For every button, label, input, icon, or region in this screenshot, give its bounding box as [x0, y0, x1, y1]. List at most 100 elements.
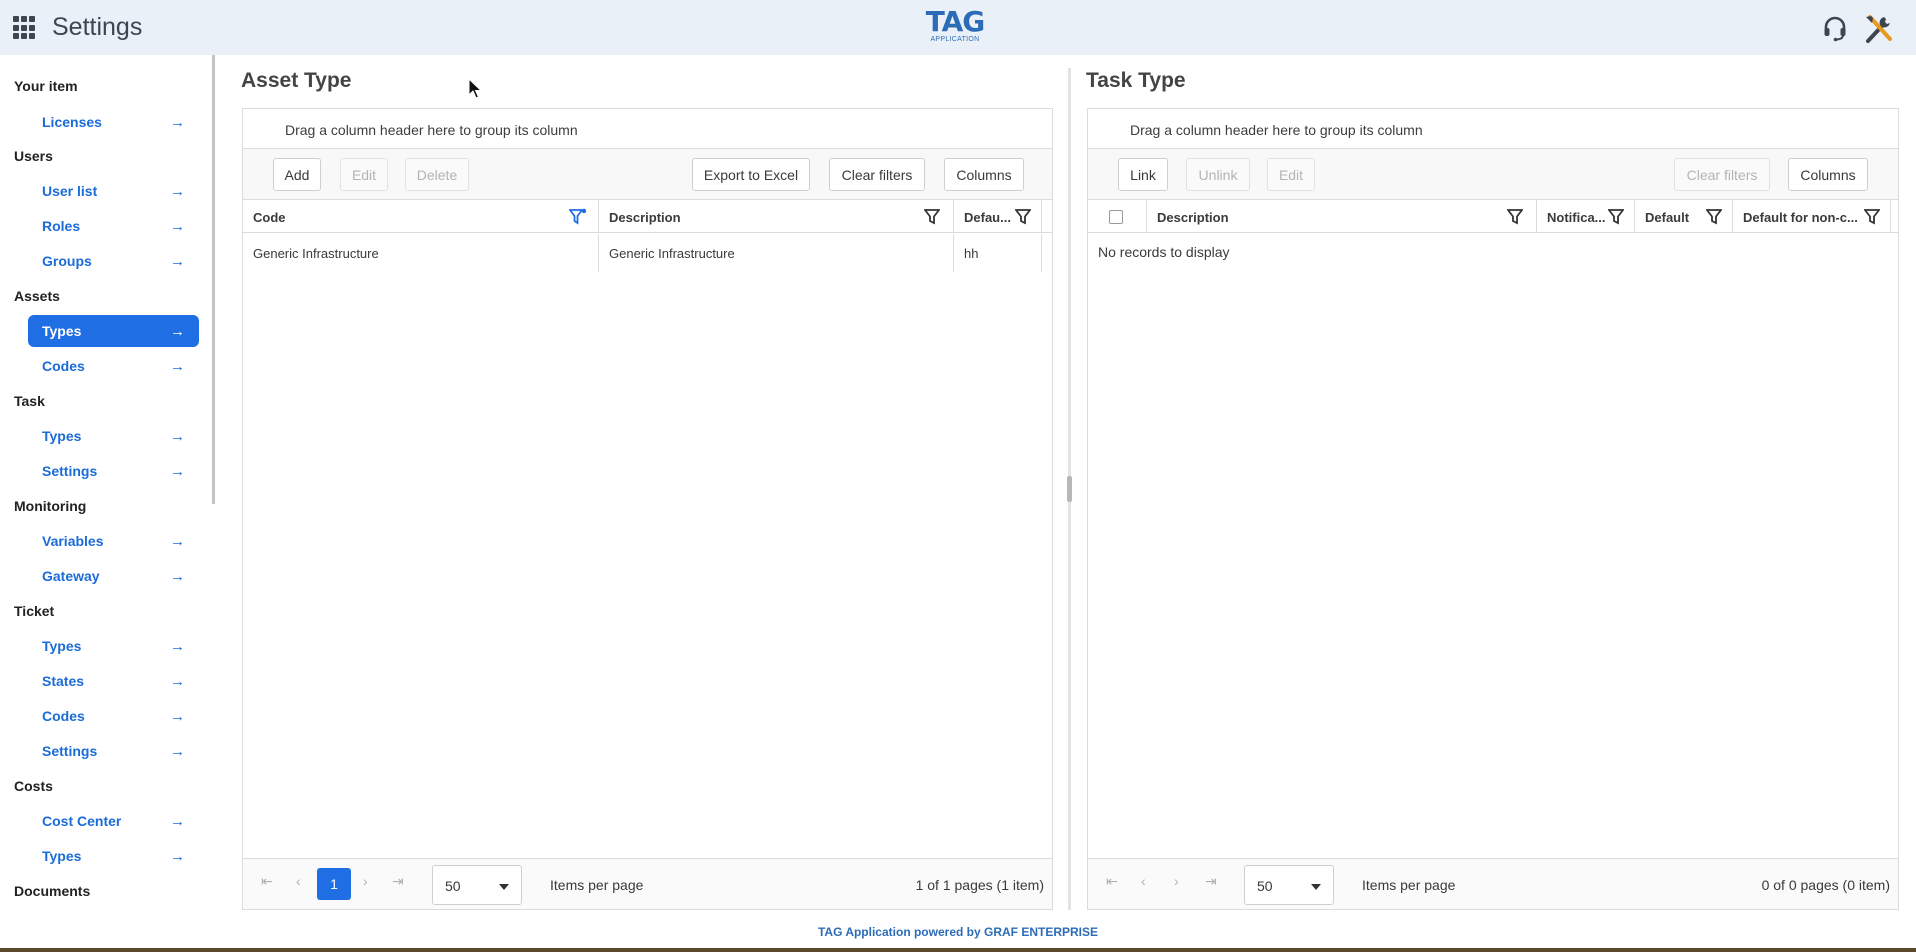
prev-page-icon[interactable]: ‹	[1141, 873, 1146, 889]
sidebar-item-label: Variables	[42, 533, 104, 549]
page-1-button[interactable]: 1	[317, 868, 351, 900]
table-row[interactable]: Generic Infrastructure Generic Infrastru…	[243, 234, 1052, 272]
filter-icon[interactable]	[1014, 208, 1032, 228]
task-type-title: Task Type	[1086, 69, 1186, 92]
column-header-description[interactable]: Description	[599, 200, 954, 233]
first-page-icon[interactable]: ⇤	[261, 873, 273, 890]
page-size-select[interactable]: 50	[432, 865, 522, 905]
sidebar-item-asset-types[interactable]: Types →	[28, 315, 199, 347]
sidebar-section-users: Users	[14, 148, 53, 164]
next-page-icon[interactable]: ›	[1174, 873, 1179, 889]
column-label: Code	[253, 210, 286, 225]
sidebar-item-task-types[interactable]: Types →	[28, 420, 199, 452]
sidebar-item-ticket-settings[interactable]: Settings →	[28, 735, 199, 767]
arrow-right-icon: →	[170, 217, 185, 235]
group-drop-area[interactable]: Drag a column header here to group its c…	[243, 109, 1052, 149]
sidebar-item-roles[interactable]: Roles →	[28, 210, 199, 242]
app-logo[interactable]: TAG APPLICATION	[925, 5, 986, 44]
columns-button[interactable]: Columns	[1788, 158, 1868, 191]
column-header-default[interactable]: Defau...	[954, 200, 1042, 233]
column-label: Description	[1157, 210, 1229, 225]
splitter-handle[interactable]	[1067, 476, 1072, 502]
next-page-icon[interactable]: ›	[363, 873, 368, 889]
column-header-default[interactable]: Default	[1635, 200, 1733, 233]
clear-filters-button[interactable]: Clear filters	[1674, 158, 1770, 191]
items-per-page-label: Items per page	[1362, 877, 1456, 893]
sidebar-item-label: Types	[42, 848, 82, 864]
sidebar-item-asset-codes[interactable]: Codes →	[28, 350, 199, 382]
unlink-button[interactable]: Unlink	[1186, 158, 1250, 191]
cell-code: Generic Infrastructure	[243, 234, 599, 272]
group-drop-area[interactable]: Drag a column header here to group its c…	[1088, 109, 1898, 149]
sidebar-item-ticket-codes[interactable]: Codes →	[28, 700, 199, 732]
sidebar-section-assets: Assets	[14, 288, 60, 304]
sidebar-scrollbar-thumb[interactable]	[212, 55, 215, 504]
arrow-right-icon: →	[170, 322, 185, 340]
arrow-right-icon: →	[170, 182, 185, 200]
sidebar-item-licenses[interactable]: Licenses →	[28, 106, 199, 138]
export-excel-button[interactable]: Export to Excel	[692, 158, 810, 191]
sidebar-item-label: Gateway	[42, 568, 100, 584]
arrow-right-icon: →	[170, 252, 185, 270]
page-size-select[interactable]: 50	[1244, 865, 1334, 905]
sidebar-section-monitoring: Monitoring	[14, 498, 87, 514]
filter-icon[interactable]	[1506, 208, 1524, 228]
task-type-toolbar: Link Unlink Edit Clear filters Columns	[1088, 149, 1898, 200]
column-label: Description	[609, 210, 681, 225]
page-title: Settings	[52, 13, 143, 41]
first-page-icon[interactable]: ⇤	[1106, 873, 1118, 890]
last-page-icon[interactable]: ⇥	[1205, 873, 1217, 890]
sidebar-item-ticket-states[interactable]: States →	[28, 665, 199, 697]
logo-sub-text: APPLICATION	[930, 36, 980, 43]
column-header-code[interactable]: Code	[243, 200, 599, 233]
sidebar-item-cost-center[interactable]: Cost Center →	[28, 805, 199, 837]
sidebar-item-label: Types	[42, 323, 82, 339]
pager-info: 1 of 1 pages (1 item)	[915, 877, 1044, 893]
sidebar-item-gateway[interactable]: Gateway →	[28, 560, 199, 592]
column-header-description[interactable]: Description	[1147, 200, 1537, 233]
column-header-default-non-compliant[interactable]: Default for non-c...	[1733, 200, 1891, 233]
select-all-checkbox[interactable]	[1109, 210, 1123, 224]
sidebar-item-task-settings[interactable]: Settings →	[28, 455, 199, 487]
arrow-right-icon: →	[170, 847, 185, 865]
task-type-pager: ⇤ ‹ › ⇥ 50 Items per page 0 of 0 pages (…	[1088, 858, 1898, 909]
headset-support-icon[interactable]	[1820, 13, 1850, 48]
chevron-down-icon	[1311, 884, 1321, 890]
prev-page-icon[interactable]: ‹	[296, 873, 301, 889]
sidebar-item-groups[interactable]: Groups →	[28, 245, 199, 277]
add-button[interactable]: Add	[273, 158, 321, 191]
mouse-cursor-icon	[468, 77, 483, 104]
sidebar-item-variables[interactable]: Variables →	[28, 525, 199, 557]
filter-icon[interactable]	[923, 208, 941, 228]
filter-icon[interactable]	[1607, 208, 1625, 228]
last-page-icon[interactable]: ⇥	[392, 873, 404, 890]
link-button[interactable]: Link	[1118, 158, 1168, 191]
filter-active-icon[interactable]	[568, 208, 587, 228]
apps-grid-icon[interactable]	[13, 16, 37, 40]
arrow-right-icon: →	[170, 462, 185, 480]
sidebar-item-cost-types[interactable]: Types →	[28, 840, 199, 872]
asset-type-grid: Drag a column header here to group its c…	[242, 108, 1053, 910]
filter-icon[interactable]	[1863, 208, 1881, 228]
edit-button[interactable]: Edit	[340, 158, 388, 191]
arrow-right-icon: →	[170, 637, 185, 655]
items-per-page-label: Items per page	[550, 877, 644, 893]
sidebar-item-label: Groups	[42, 253, 92, 269]
edit-button[interactable]: Edit	[1267, 158, 1315, 191]
columns-button[interactable]: Columns	[944, 158, 1024, 191]
footer-text[interactable]: TAG Application powered by GRAF ENTERPRI…	[0, 925, 1916, 939]
sidebar-item-label: States	[42, 673, 85, 689]
clear-filters-button[interactable]: Clear filters	[829, 158, 925, 191]
delete-button[interactable]: Delete	[405, 158, 469, 191]
tools-icon[interactable]	[1862, 13, 1896, 50]
arrow-right-icon: →	[170, 707, 185, 725]
filter-icon[interactable]	[1705, 208, 1723, 228]
asset-type-title: Asset Type	[241, 69, 352, 92]
sidebar-item-ticket-types[interactable]: Types →	[28, 630, 199, 662]
column-header-notification[interactable]: Notifica...	[1537, 200, 1635, 233]
sidebar-item-user-list[interactable]: User list →	[28, 175, 199, 207]
column-header-select	[1088, 200, 1147, 233]
sidebar-section-documents: Documents	[14, 883, 91, 899]
arrow-right-icon: →	[170, 532, 185, 550]
logo-main-text: TAG	[925, 5, 986, 38]
